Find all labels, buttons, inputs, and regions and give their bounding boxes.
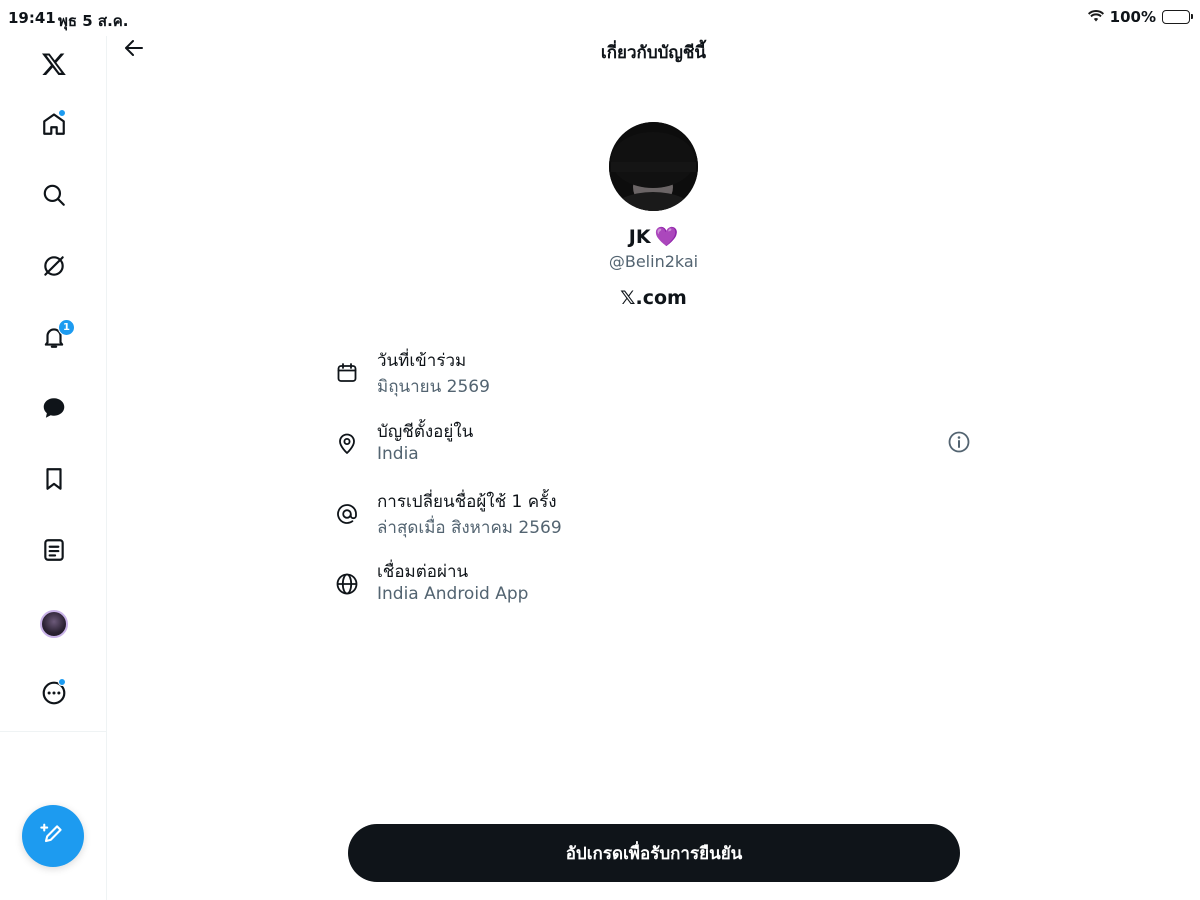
nav-more[interactable] — [33, 674, 75, 716]
info-row-username-changes: การเปลี่ยนชื่อผู้ใช้ 1 ครั้ง ล่าสุดเมื่อ… — [333, 488, 973, 540]
info-title: วันที่เข้าร่วม — [377, 351, 467, 371]
battery-percent: 100% — [1109, 8, 1156, 26]
nav-explore[interactable] — [33, 176, 75, 218]
info-value: ล่าสุดเมื่อ สิงหาคม 2569 — [377, 518, 562, 538]
more-notification-dot — [58, 678, 66, 686]
compose-icon — [39, 820, 67, 852]
status-bar: 19:41 พุธ 5 ส.ค. 100% ⚡ — [0, 0, 1200, 36]
info-row-connected-via: เชื่อมต่อผ่าน India Android App — [333, 558, 973, 610]
avatar — [40, 610, 68, 638]
nav-lists[interactable] — [33, 531, 75, 573]
info-title: บัญชีตั้งอยู่ใน — [377, 422, 474, 442]
location-icon — [333, 430, 361, 458]
profile-avatar[interactable] — [609, 122, 698, 211]
nav-grok[interactable] — [33, 247, 75, 289]
nav-notifications[interactable]: 1 — [33, 318, 75, 360]
info-value: India — [377, 444, 419, 464]
wifi-icon — [1087, 8, 1104, 26]
globe-icon — [333, 570, 361, 598]
profile-name-text: JK — [628, 226, 651, 248]
at-icon — [333, 500, 361, 528]
info-title: การเปลี่ยนชื่อผู้ใช้ 1 ครั้ง — [377, 492, 557, 512]
upgrade-verification-button[interactable]: อัปเกรดเพื่อรับการยืนยัน — [348, 824, 960, 882]
nav-profile[interactable] — [33, 603, 75, 645]
info-row-joined: วันที่เข้าร่วม มิถุนายน 2569 — [333, 347, 973, 399]
search-icon — [41, 182, 67, 212]
info-value: มิถุนายน 2569 — [377, 377, 490, 397]
nav-bookmarks[interactable] — [33, 460, 75, 502]
bookmark-icon — [41, 466, 67, 496]
status-date: พุธ 5 ส.ค. — [58, 12, 129, 30]
profile-source: 𝕏.com — [620, 287, 687, 309]
calendar-icon — [333, 359, 361, 387]
info-title: เชื่อมต่อผ่าน — [377, 562, 469, 582]
nav-home[interactable] — [33, 105, 75, 147]
compose-button[interactable] — [22, 805, 84, 867]
battery-icon: ⚡ — [1162, 10, 1193, 24]
home-notification-dot — [58, 109, 66, 117]
list-icon — [41, 537, 67, 567]
message-icon — [41, 395, 67, 425]
page-title: เกี่ยวกับบัญชีนี้ — [600, 43, 707, 63]
info-value: India Android App — [377, 584, 529, 604]
profile-name: JK 💜 — [107, 225, 1200, 248]
x-logo-icon[interactable] — [33, 43, 75, 85]
nav-messages[interactable] — [33, 389, 75, 431]
profile-handle: @Belin2kai — [608, 252, 699, 271]
sidebar-divider — [0, 731, 106, 732]
grok-icon — [41, 253, 67, 283]
info-row-location: บัญชีตั้งอยู่ใน India — [333, 418, 973, 470]
notifications-badge: 1 — [58, 319, 75, 336]
purple-heart-emoji: 💜 — [654, 226, 679, 248]
sidebar: 1 — [0, 36, 107, 900]
info-icon[interactable] — [945, 428, 973, 456]
status-right: 100% ⚡ — [1087, 8, 1193, 26]
status-time: 19:41 — [8, 9, 56, 27]
